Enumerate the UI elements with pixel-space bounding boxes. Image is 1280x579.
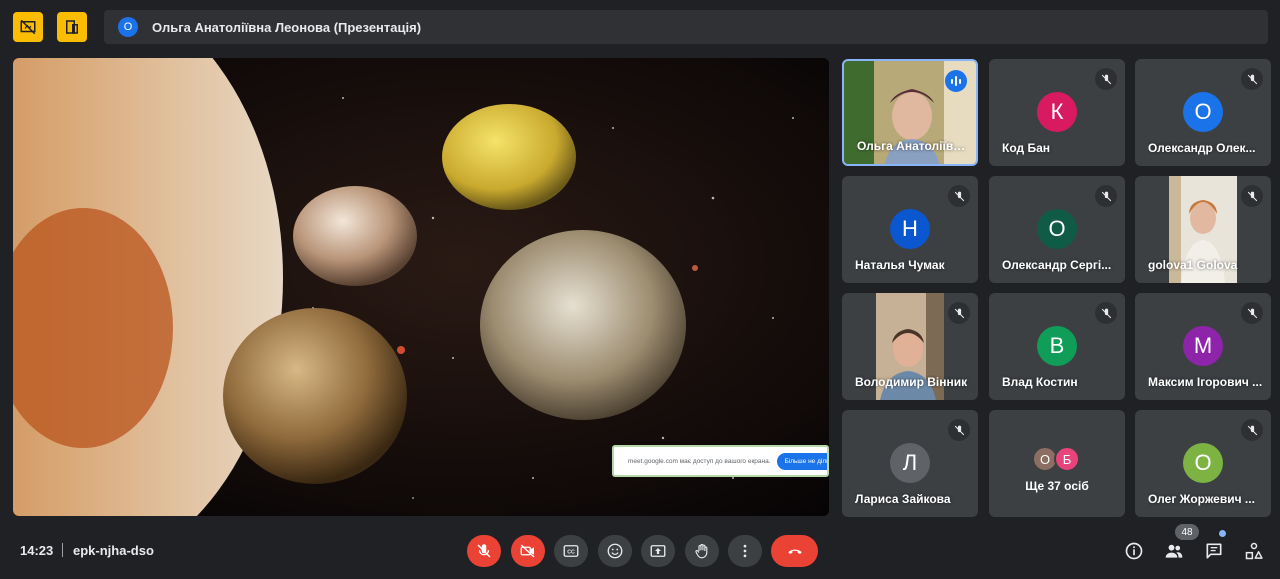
mic-off-icon (1095, 68, 1117, 90)
participant-tile[interactable]: К Код Бан (989, 59, 1125, 166)
participant-avatar: К (1037, 92, 1077, 132)
participant-tile[interactable]: М Максим Ігорович ... (1135, 293, 1271, 400)
present-button[interactable] (641, 535, 675, 567)
emoji-icon (607, 543, 623, 559)
present-icon (650, 545, 666, 557)
end-call-button[interactable] (771, 535, 818, 567)
camera-toggle-button[interactable] (511, 535, 545, 567)
participant-name: Олег Жоржевич ... (1148, 492, 1255, 506)
clock: 14:23 (20, 543, 54, 558)
participant-tile[interactable]: golova1 Golova (1135, 176, 1271, 283)
participant-name: Влад Костин (1002, 375, 1078, 389)
more-participants-tile[interactable]: О Б Ще 37 осіб (989, 410, 1125, 517)
end-call-icon (787, 549, 802, 554)
divider (62, 543, 63, 557)
pip-icon (66, 20, 78, 34)
mic-off-icon (477, 544, 491, 558)
chat-button[interactable] (1202, 539, 1226, 563)
participant-tile[interactable]: Ольга Анатоліївн... (842, 59, 978, 166)
pip-button[interactable] (57, 12, 87, 42)
speaking-indicator-icon (945, 70, 967, 92)
camera-off-icon (520, 544, 535, 558)
participant-name: Лариса Зайкова (855, 492, 951, 506)
chat-icon (1206, 543, 1222, 559)
participant-avatar: Н (890, 209, 930, 249)
participant-name: Олександр Олек... (1148, 141, 1256, 155)
people-icon (1165, 544, 1183, 558)
participant-avatar: О (1183, 92, 1223, 132)
meeting-info-button[interactable] (1122, 539, 1146, 563)
presentation-stage: meet.google.com має доступ до вашого екр… (13, 58, 829, 516)
participant-name: Наталья Чумак (855, 258, 945, 272)
participant-tile[interactable]: Н Наталья Чумак (842, 176, 978, 283)
more-participants-avatars: О Б (1032, 446, 1080, 472)
activities-button[interactable] (1242, 539, 1266, 563)
participant-avatar: О (1183, 443, 1223, 483)
participant-avatar: М (1183, 326, 1223, 366)
participant-tile[interactable]: Л Лариса Зайкова (842, 410, 978, 517)
more-options-icon (743, 544, 747, 558)
emoji-button[interactable] (598, 535, 632, 567)
activities-icon (1245, 542, 1263, 560)
raise-hand-icon (695, 543, 708, 559)
mic-off-icon (1241, 185, 1263, 207)
svg-text:CC: CC (567, 550, 575, 556)
participant-name: Максим Ігорович ... (1148, 375, 1263, 389)
hide-presentation-icon (20, 19, 36, 35)
participant-avatar: Б (1054, 446, 1080, 472)
captions-icon: CC (563, 545, 579, 557)
participant-name: Володимир Вінник (855, 375, 968, 389)
mic-off-icon (1241, 68, 1263, 90)
participant-name: Ольга Анатоліївн... (857, 139, 968, 153)
mic-toggle-button[interactable] (467, 535, 501, 567)
mic-off-icon (948, 185, 970, 207)
participant-avatar: Л (890, 443, 930, 483)
info-icon (1125, 542, 1143, 560)
presenter-bar: О Ольга Анатоліївна Леонова (Презентація… (104, 10, 1268, 44)
meeting-code: epk-njha-dso (73, 543, 154, 558)
people-button[interactable] (1162, 539, 1186, 563)
participant-tile[interactable]: О Олександр Сергі... (989, 176, 1125, 283)
participant-tile[interactable]: О Олег Жоржевич ... (1135, 410, 1271, 517)
mic-off-icon (1241, 302, 1263, 324)
bottom-bar: 14:23 epk-njha-dso CC 48 (0, 522, 1280, 579)
participant-name: Код Бан (1002, 141, 1050, 155)
screen-share-notice: meet.google.com має доступ до вашого екр… (612, 445, 829, 477)
mic-off-icon (1095, 185, 1117, 207)
stop-sharing-button[interactable]: Більше не ділитися (776, 452, 827, 470)
participant-name: Олександр Сергі... (1002, 258, 1112, 272)
mic-off-icon (1241, 419, 1263, 441)
participant-name: golova1 Golova (1148, 258, 1238, 272)
participant-avatar: В (1037, 326, 1077, 366)
share-notice-text: meet.google.com має доступ до вашого екр… (628, 457, 771, 465)
mic-off-icon (1095, 302, 1117, 324)
participant-tile[interactable]: Володимир Вінник (842, 293, 978, 400)
mic-off-icon (948, 419, 970, 441)
captions-button[interactable]: CC (554, 535, 588, 567)
raise-hand-button[interactable] (685, 535, 719, 567)
more-options-button[interactable] (728, 535, 762, 567)
presenter-avatar: О (118, 17, 138, 37)
participant-tile[interactable]: О Олександр Олек... (1135, 59, 1271, 166)
mic-off-icon (948, 302, 970, 324)
participant-tile[interactable]: В Влад Костин (989, 293, 1125, 400)
more-participants-label: Ще 37 осіб (1025, 479, 1089, 493)
participant-avatar: О (1037, 209, 1077, 249)
participant-count-badge: 48 (1175, 524, 1199, 540)
chat-notification-dot (1219, 530, 1226, 537)
hide-presentation-button[interactable] (13, 12, 43, 42)
presenter-title: Ольга Анатоліївна Леонова (Презентація) (152, 19, 422, 35)
